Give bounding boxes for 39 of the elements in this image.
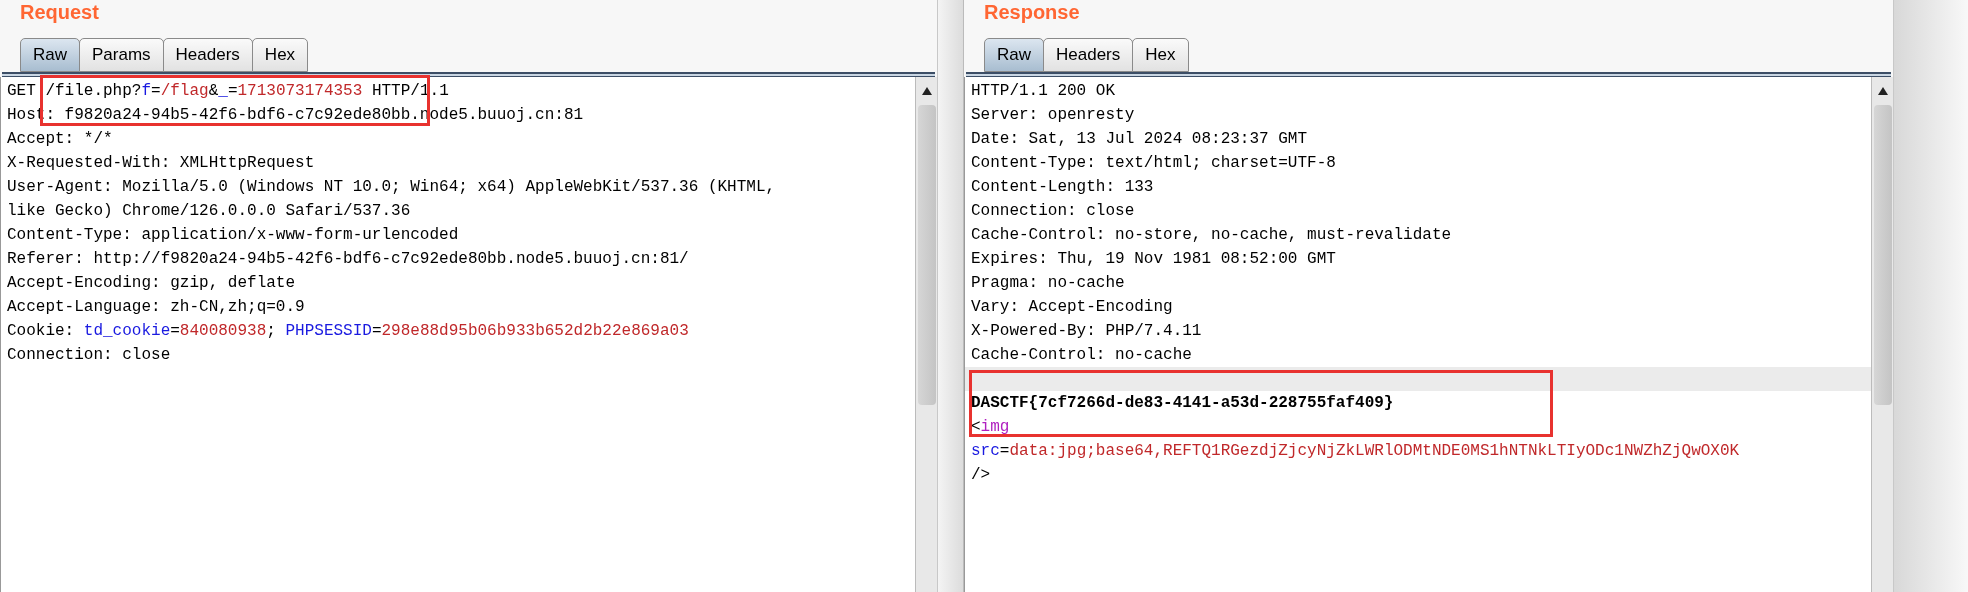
code-line: X-Requested-With: XMLHttpRequest (6, 153, 316, 174)
code-line: Content-Type: text/html; charset=UTF-8 (970, 153, 1337, 174)
code-line: Vary: Accept-Encoding (970, 297, 1174, 318)
code-line: Date: Sat, 13 Jul 2024 08:23:37 GMT (970, 129, 1309, 150)
code-line: src=data:jpg;base64,REFTQ1RGezdjZjcyNjZkLWRlODMtNDE0MS1hNTNkLTIyODc1NWZhZjQwOX0K (970, 441, 1741, 462)
code-line: Cache-Control: no-cache (970, 345, 1193, 366)
code-line: X-Powered-By: PHP/7.4.11 (970, 321, 1203, 342)
code-line: Accept-Language: zh-CN,zh;q=0.9 (6, 297, 306, 318)
code-line: Server: openresty (970, 105, 1136, 126)
code-line: Connection: close (6, 345, 172, 366)
code-line: Accept-Encoding: gzip, deflate (6, 273, 297, 294)
code-line: DASCTF{7cf7266d-de83-4141-a53d-228755faf409} (970, 393, 1395, 414)
scrollbar[interactable] (915, 77, 937, 592)
code-line: User-Agent: Mozilla/5.0 (Windows NT 10.0; Win64; x64) AppleWebKit/537.36 (KHTML, (6, 177, 777, 198)
code-line: Connection: close (970, 201, 1136, 222)
tab[interactable]: Hex (1132, 38, 1189, 72)
tab[interactable]: Raw (984, 38, 1044, 72)
scroll-up-arrow-icon[interactable] (1876, 85, 1889, 97)
code-line: Cache-Control: no-store, no-cache, must-revalidate (970, 225, 1453, 246)
code-line: /> (970, 465, 992, 486)
code-line: Referer: http://f9820a24-94b5-42f6-bdf6-c7c92ede80bb.node5.buuoj.cn:81/ (6, 249, 690, 270)
tab[interactable]: Raw (20, 38, 80, 72)
code-line: Content-Length: 133 (970, 177, 1155, 198)
scrollbar[interactable] (1871, 77, 1893, 592)
code-line: Pragma: no-cache (970, 273, 1126, 294)
code-line: HTTP/1.1 200 OK (970, 81, 1117, 102)
code-line: Cookie: td_cookie=840080938; PHPSESSID=298e88d95b06b933b652d2b22e869a03 (6, 321, 690, 342)
code-line: Content-Type: application/x-www-form-urlencoded (6, 225, 460, 246)
tab[interactable]: Params (79, 38, 164, 72)
panel-title: Response (983, 0, 1081, 25)
code-line: like Gecko) Chrome/126.0.0.0 Safari/537.36 (6, 201, 412, 222)
tab[interactable]: Hex (251, 38, 309, 72)
tab[interactable]: Headers (162, 38, 253, 72)
code-line: <img (970, 417, 1011, 438)
tab[interactable]: Headers (1043, 38, 1134, 72)
code-line: Expires: Thu, 19 Nov 1981 08:52:00 GMT (970, 249, 1337, 270)
scroll-up-arrow-icon[interactable] (920, 85, 933, 97)
panel-title: Request (19, 0, 100, 25)
code-line: Accept: */* (6, 129, 114, 150)
